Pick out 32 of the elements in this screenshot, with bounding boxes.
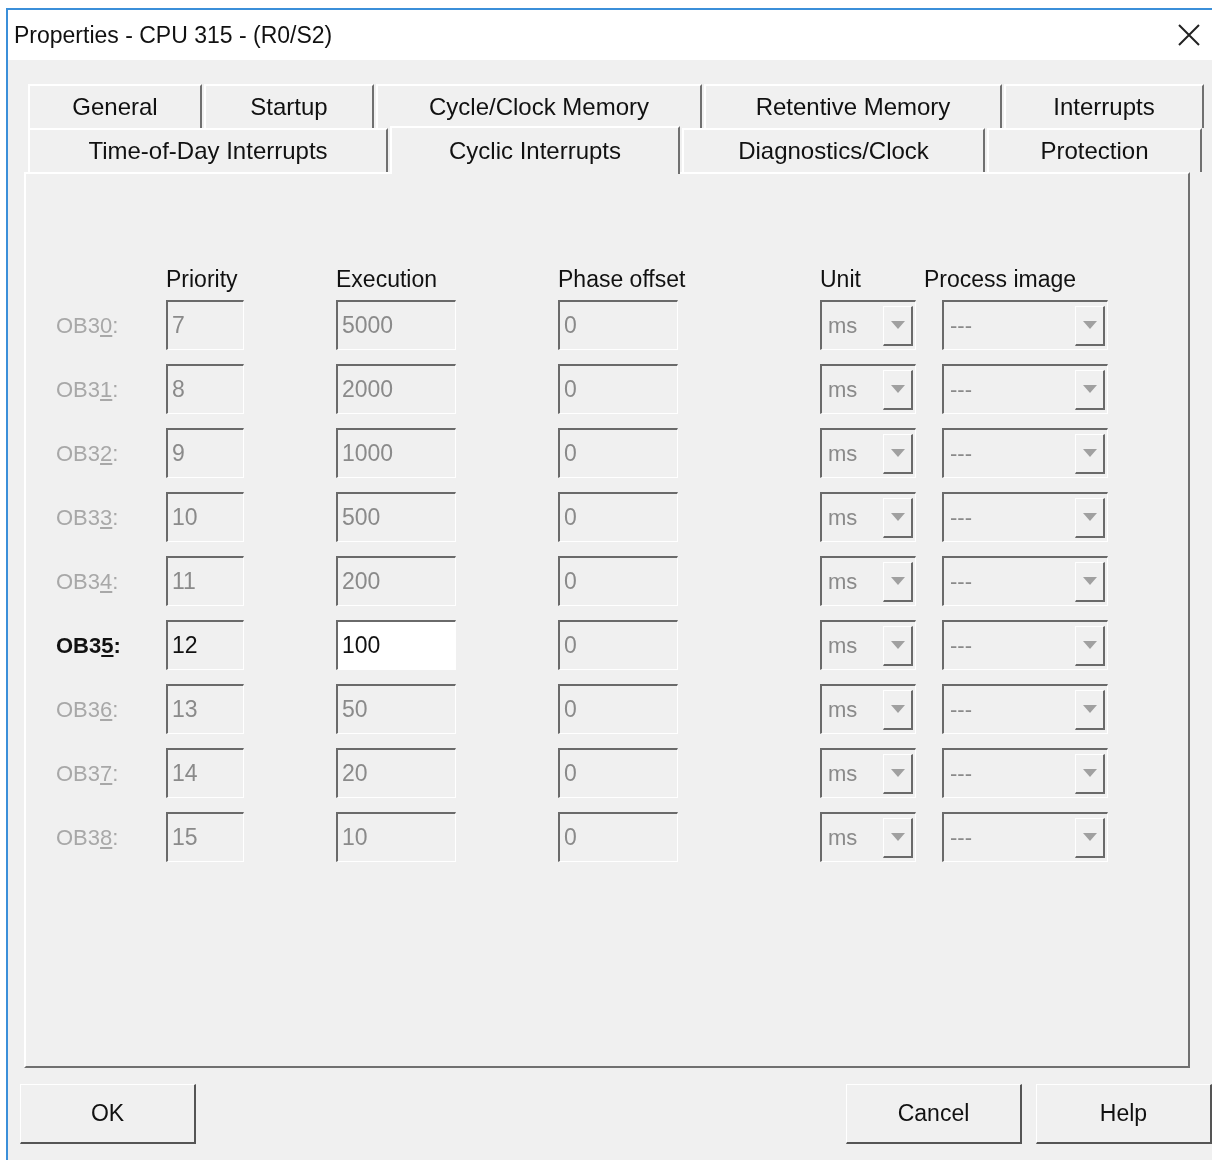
- ob-label: OB33:: [56, 503, 120, 532]
- process-image-dropdown[interactable]: ---: [942, 620, 1108, 670]
- unit-dropdown[interactable]: ms: [820, 620, 916, 670]
- tab[interactable]: Cyclic Interrupts: [390, 126, 680, 174]
- ob-label: OB34:: [56, 567, 120, 596]
- text-field[interactable]: 100: [336, 620, 456, 670]
- column-header: Priority: [166, 265, 239, 294]
- tab[interactable]: Protection: [987, 128, 1202, 172]
- column-header: Process image: [924, 265, 1078, 294]
- text-field[interactable]: 0: [558, 620, 678, 670]
- tab[interactable]: Startup: [204, 84, 374, 128]
- ob-label: OB31:: [56, 375, 120, 404]
- column-header: Phase offset: [558, 265, 687, 294]
- window-title: Properties - CPU 315 - (R0/S2): [14, 20, 333, 50]
- ob-label: OB32:: [56, 439, 120, 468]
- tab[interactable]: Time-of-Day Interrupts: [28, 128, 388, 172]
- ob-label: OB36:: [56, 695, 120, 724]
- text-field[interactable]: 12: [166, 620, 244, 670]
- tab[interactable]: Diagnostics/Clock: [682, 128, 985, 172]
- column-header: Unit: [820, 265, 862, 294]
- column-header: Execution: [336, 265, 438, 294]
- ob-label: OB30:: [56, 311, 120, 340]
- ob-label: OB38:: [56, 823, 120, 852]
- tab[interactable]: General: [28, 84, 202, 128]
- dialog-button[interactable]: OK: [20, 1084, 196, 1144]
- tab[interactable]: Cycle/Clock Memory: [376, 84, 702, 128]
- dialog-button[interactable]: Help: [1036, 1084, 1212, 1144]
- dialog-button[interactable]: Cancel: [846, 1084, 1022, 1144]
- tab[interactable]: Retentive Memory: [704, 84, 1002, 128]
- tab[interactable]: Interrupts: [1004, 84, 1204, 128]
- ob-label: OB37:: [56, 759, 120, 788]
- ob-label: OB35:: [56, 631, 122, 660]
